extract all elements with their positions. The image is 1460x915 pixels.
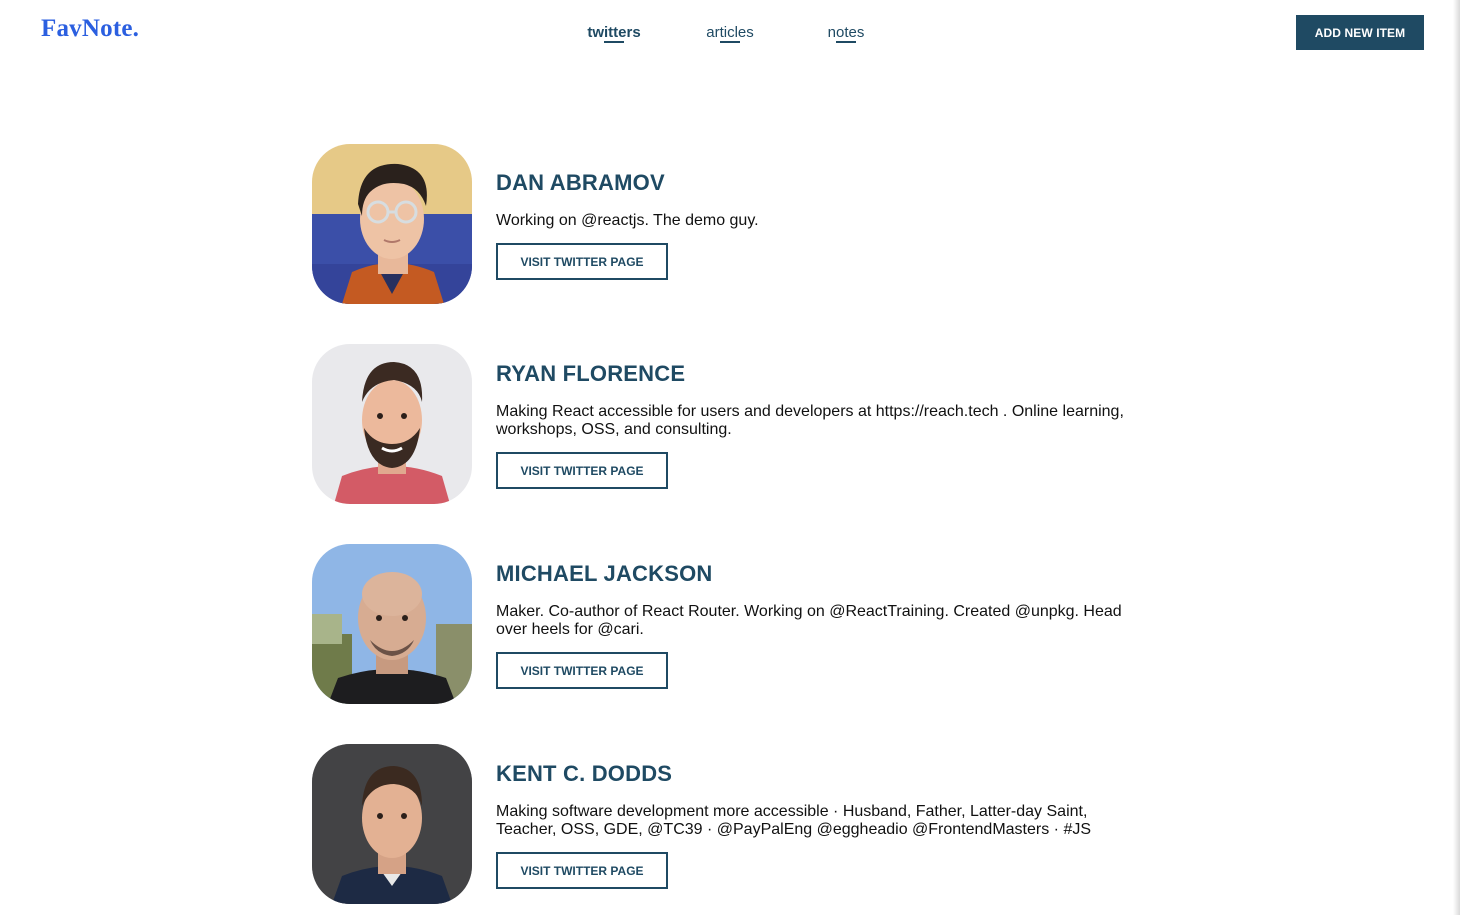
twitter-card: RYAN FLORENCE Making React accessible fo…: [312, 344, 1152, 504]
visit-twitter-button[interactable]: VISIT TWITTER PAGE: [496, 452, 668, 489]
avatar: [312, 744, 472, 904]
card-name: KENT C. DODDS: [496, 761, 673, 786]
visit-twitter-button[interactable]: VISIT TWITTER PAGE: [496, 652, 668, 689]
card-description: Making software development more accessi…: [496, 803, 1092, 838]
twitter-card: MICHAEL JACKSON Maker. Co-author of Reac…: [312, 544, 1152, 704]
nav-notes-underline: [836, 41, 856, 43]
card-name: DAN ABRAMOV: [496, 170, 665, 195]
twitter-card: DAN ABRAMOV Working on @reactjs. The dem…: [312, 144, 1152, 304]
nav-notes[interactable]: notes: [828, 24, 865, 41]
card-name: MICHAEL JACKSON: [496, 561, 713, 586]
card-description: Maker. Co-author of React Router. Workin…: [496, 603, 1122, 638]
avatar: [312, 544, 472, 704]
page: FavNote. twitters articles notes ADD NEW…: [0, 0, 1460, 915]
nav-articles[interactable]: articles: [706, 24, 754, 41]
visit-twitter-button[interactable]: VISIT TWITTER PAGE: [496, 852, 668, 889]
visit-twitter-button[interactable]: VISIT TWITTER PAGE: [496, 243, 668, 280]
nav-articles-underline: [720, 41, 740, 43]
card-description: Making React accessible for users and de…: [496, 403, 1124, 438]
main-nav: twitters articles notes: [0, 24, 1460, 54]
ryan-florence-avatar: [312, 344, 472, 504]
nav-twitters[interactable]: twitters: [587, 24, 640, 41]
avatar: [312, 144, 472, 304]
nav-twitters-underline: [604, 41, 624, 43]
card-name: RYAN FLORENCE: [496, 361, 686, 386]
kent-c-dodds-avatar: [312, 744, 472, 904]
add-new-item-button[interactable]: ADD NEW ITEM: [1296, 15, 1424, 50]
scrollbar[interactable]: [1453, 0, 1460, 915]
michael-jackson-avatar: [312, 544, 472, 704]
card-description: Working on @reactjs. The demo guy.: [496, 212, 759, 229]
dan-abramov-avatar: [312, 144, 472, 304]
avatar: [312, 344, 472, 504]
twitter-card: KENT C. DODDS Making software developmen…: [312, 744, 1152, 904]
